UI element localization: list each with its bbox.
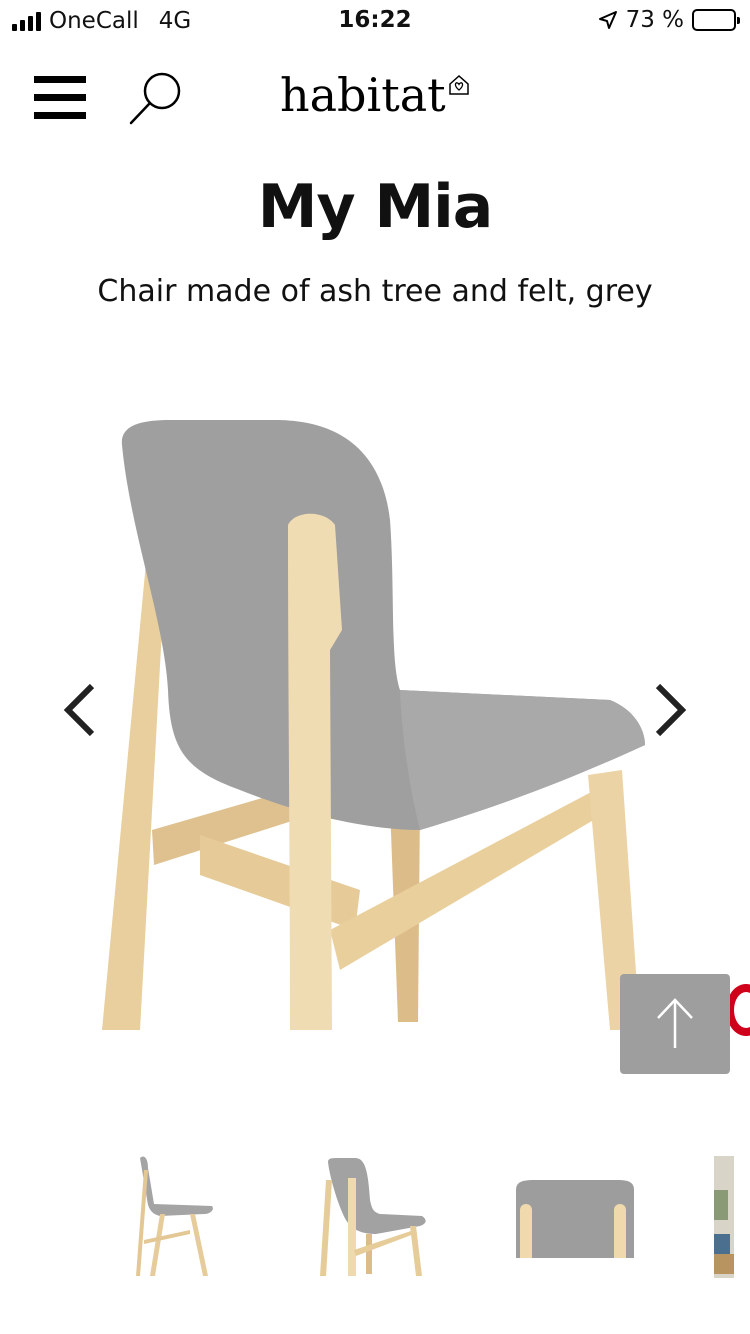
previous-image-arrow-icon[interactable] xyxy=(60,680,100,740)
thumbnail-detail-view[interactable] xyxy=(510,1150,640,1280)
thumbnail-strip xyxy=(0,1150,750,1284)
next-image-arrow-icon[interactable] xyxy=(650,680,690,740)
hamburger-menu-icon[interactable] xyxy=(34,76,86,120)
status-right: 73 % xyxy=(598,7,740,33)
product-image[interactable] xyxy=(90,410,660,1040)
product-title: My Mia xyxy=(257,172,493,242)
search-icon[interactable] xyxy=(126,70,186,128)
habitat-logo[interactable]: habitat xyxy=(280,68,470,122)
product-subtitle: Chair made of ash tree and felt, grey xyxy=(97,274,653,309)
house-heart-icon xyxy=(448,74,469,95)
thumbnail-back-view[interactable] xyxy=(310,1150,440,1280)
location-arrow-icon xyxy=(598,11,617,29)
product-page: OneCall 4G 16:22 73 % habitat My Mia Cha… xyxy=(0,0,750,1334)
arrow-up-icon xyxy=(657,998,693,1048)
battery-percentage: 73 % xyxy=(625,7,684,33)
battery-icon xyxy=(692,9,740,31)
thumbnail-room-view[interactable] xyxy=(714,1150,734,1280)
status-bar: OneCall 4G 16:22 73 % xyxy=(0,0,750,40)
thumbnail-side-view[interactable] xyxy=(120,1150,230,1280)
logo-text: habitat xyxy=(280,68,446,122)
scroll-to-top-button[interactable] xyxy=(620,974,730,1074)
